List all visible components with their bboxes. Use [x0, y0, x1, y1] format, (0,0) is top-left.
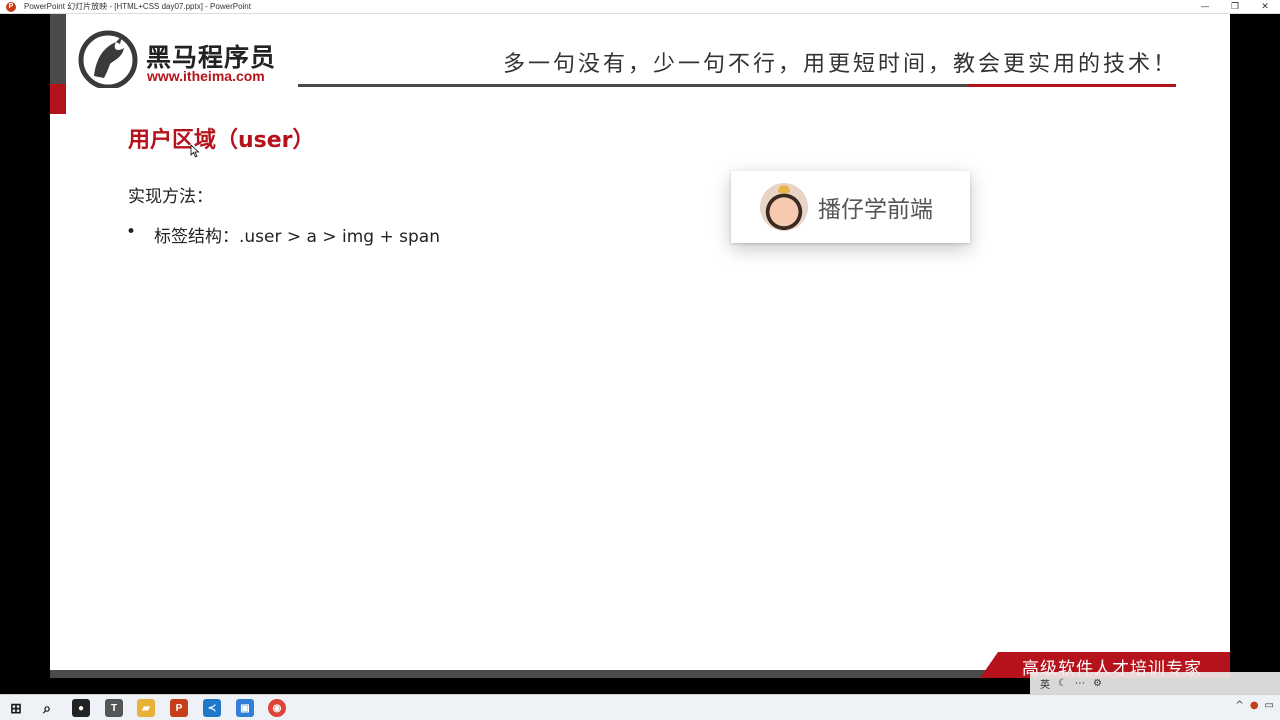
tray-chevron-icon[interactable]: ^: [1235, 700, 1243, 711]
search-icon[interactable]: ⌕: [38, 699, 56, 717]
user-name: 播仔学前端: [818, 197, 933, 223]
side-accent-red: [50, 84, 66, 114]
notification-icon[interactable]: ▭: [1265, 700, 1274, 711]
mouse-cursor-icon: [190, 144, 200, 158]
slideshow-area: 黑马程序员 www.itheima.com 多一句没有，少一句不行，用更短时间，…: [0, 14, 1280, 694]
slide-heading: 用户区域（user）: [128, 128, 315, 153]
slide[interactable]: 黑马程序员 www.itheima.com 多一句没有，少一句不行，用更短时间，…: [50, 14, 1230, 678]
file-explorer-icon[interactable]: ▰: [137, 699, 155, 717]
side-accent-gray: [50, 14, 66, 84]
header-divider-accent: [968, 84, 1176, 87]
typora-icon[interactable]: T: [105, 699, 123, 717]
chrome-icon[interactable]: ◉: [268, 699, 286, 717]
notes-icon[interactable]: ▣: [236, 699, 254, 717]
restore-button[interactable]: ❐: [1220, 0, 1250, 14]
tray-app-icon[interactable]: ●: [1250, 700, 1259, 711]
horse-logo-icon: [78, 30, 138, 88]
bullet-text: 标签结构：.user > a > img + span: [154, 227, 440, 247]
window-title: PowerPoint 幻灯片放映 - [HTML+CSS day07.pptx]…: [24, 2, 251, 11]
ime-mode[interactable]: 英: [1040, 676, 1050, 691]
powerpoint-taskbar-icon[interactable]: P: [170, 699, 188, 717]
method-label: 实现方法：: [128, 187, 213, 207]
avatar: [760, 183, 808, 231]
bullet-item: • 标签结构：.user > a > img + span: [126, 222, 440, 247]
header-divider: [298, 84, 968, 87]
ime-toolbar: 英 ☾ ⋯ ⚙: [1030, 672, 1280, 694]
window-titlebar: P PowerPoint 幻灯片放映 - [HTML+CSS day07.ppt…: [0, 0, 1280, 14]
brand-url: www.itheima.com: [147, 68, 265, 84]
obs-icon[interactable]: ●: [72, 699, 90, 717]
vscode-icon[interactable]: ≺: [203, 699, 221, 717]
settings-icon[interactable]: ⚙: [1093, 678, 1102, 689]
moon-icon[interactable]: ☾: [1058, 678, 1067, 689]
user-demo-card: 播仔学前端: [731, 171, 970, 243]
close-button[interactable]: ✕: [1250, 0, 1280, 14]
slogan: 多一句没有，少一句不行，用更短时间，教会更实用的技术！: [502, 52, 1178, 77]
windows-start-icon[interactable]: ⊞: [7, 699, 25, 717]
system-tray: ^ ● ▭: [1235, 700, 1274, 711]
powerpoint-icon: P: [6, 1, 16, 12]
taskbar: ⊞ ⌕ ● T ▰ P ≺ ▣ ◉ ^ ● ▭: [0, 694, 1280, 720]
minimize-button[interactable]: —: [1190, 0, 1220, 14]
dots-icon[interactable]: ⋯: [1075, 678, 1085, 689]
bullet-marker: •: [126, 222, 137, 242]
